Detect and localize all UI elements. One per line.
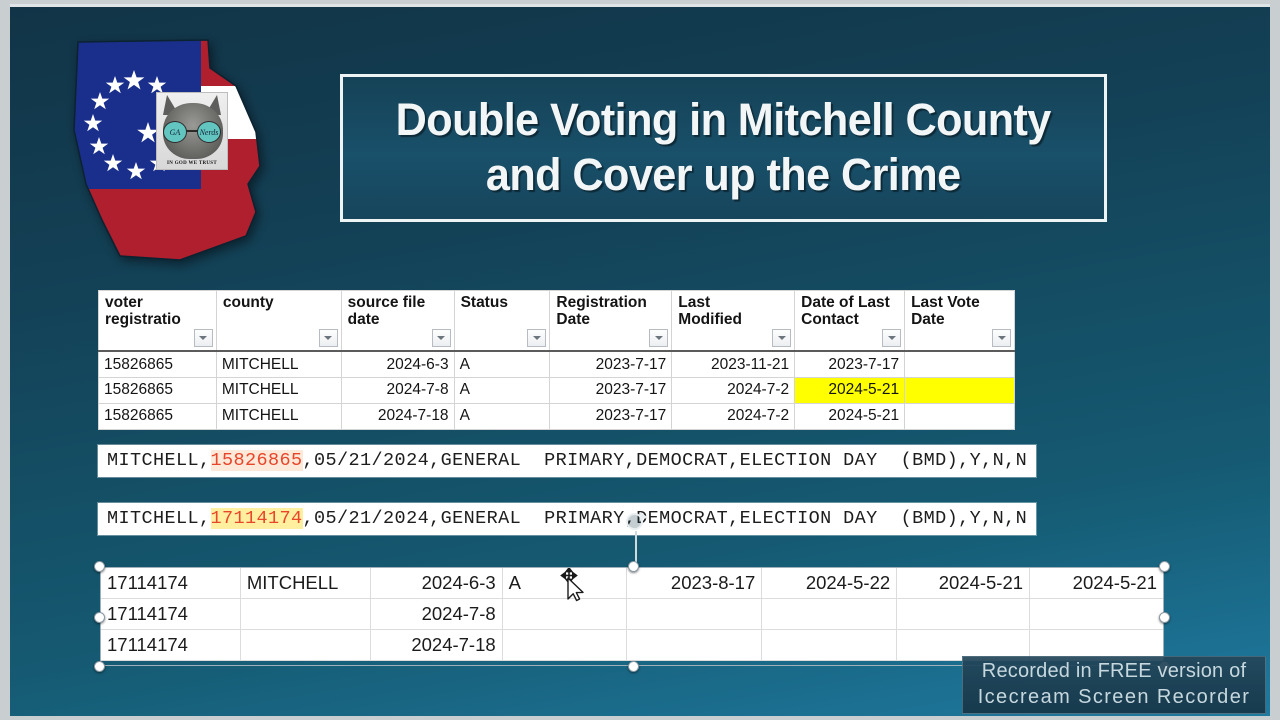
csv1-voter-id: 15826865 — [210, 450, 303, 471]
cell-county[interactable]: MITCHELL — [215, 350, 342, 378]
table-row[interactable]: 15826865 MITCHELL 2024-7-8 A 2023-7-17 2… — [98, 376, 1015, 404]
resize-handle-middle-left[interactable] — [94, 612, 105, 623]
cell-status[interactable]: A — [453, 350, 551, 378]
column-header-voter-registration: voter registratio — [98, 290, 217, 353]
flag-motto-text: IN GOD WE TRUST — [166, 161, 218, 166]
filter-dropdown-status[interactable] — [527, 329, 547, 348]
csv2-prefix: MITCHELL, — [107, 508, 211, 529]
page-title: Double Voting in Mitchell County and Cov… — [395, 93, 1052, 203]
cell-last-modified[interactable]: 2024-7-2 — [671, 376, 796, 404]
column-header-date-of-last-contact: Date of Last Contact — [794, 290, 906, 353]
filter-dropdown-last-modified[interactable] — [772, 329, 792, 348]
filter-dropdown-last-vote-date[interactable] — [992, 329, 1011, 348]
cell-registration-date[interactable]: 2023-7-17 — [549, 350, 673, 378]
csv2-voter-id: 17114174 — [210, 508, 303, 529]
table-row[interactable]: 15826865 MITCHELL 2024-7-18 A 2023-7-17 … — [98, 402, 1015, 430]
filter-dropdown-registration-date[interactable] — [649, 329, 669, 348]
cell-source-file-date[interactable]: 2024-7-8 — [340, 376, 455, 404]
csv1-suffix: ,05/21/2024,GENERAL PRIMARY,DEMOCRAT,ELE… — [302, 450, 1028, 471]
column-header-status: Status — [453, 290, 551, 353]
column-header-last-vote-date: Last Vote Date — [904, 290, 1015, 353]
csv-record-line-1: MITCHELL,15826865,05/21/2024,GENERAL PRI… — [98, 445, 1037, 477]
cell-date-of-last-contact-highlighted[interactable]: 2024-5-21 — [794, 376, 906, 404]
table-row[interactable]: 15826865 MITCHELL 2024-6-3 A 2023-7-17 2… — [98, 350, 1015, 378]
voter-record-table-top: voter registratio county source file dat… — [98, 290, 1015, 430]
cat-photo: GA Nerds IN GOD WE TRUST — [156, 92, 228, 170]
column-header-registration-date: Registration Date — [549, 290, 673, 353]
selection-outline — [100, 567, 1164, 666]
cell-source-file-date[interactable]: 2024-6-3 — [340, 350, 455, 378]
rotate-handle[interactable] — [626, 511, 649, 567]
watermark-line-1: Recorded in FREE version of — [981, 660, 1247, 683]
cell-voter-registration[interactable]: 15826865 — [98, 402, 217, 430]
cell-last-vote-date[interactable] — [904, 402, 1015, 430]
cell-last-modified[interactable]: 2024-7-2 — [671, 402, 796, 430]
csv-record-line-2: MITCHELL,17114174,05/21/2024,GENERAL PRI… — [98, 503, 1037, 535]
resize-handle-middle-right[interactable] — [1159, 612, 1170, 623]
cell-county[interactable]: MITCHELL — [215, 376, 342, 404]
csv1-prefix: MITCHELL, — [107, 450, 211, 471]
cell-status[interactable]: A — [453, 402, 551, 430]
screen-recorder-watermark: Recorded in FREE version of Icecream Scr… — [962, 656, 1266, 714]
column-header-last-modified: Last Modified — [671, 290, 796, 353]
resize-handle-bottom-center[interactable] — [628, 661, 639, 672]
cell-last-vote-date-highlighted[interactable] — [904, 376, 1015, 404]
georgia-nerds-logo: GA Nerds IN GOD WE TRUST — [60, 34, 270, 264]
cell-registration-date[interactable]: 2023-7-17 — [549, 376, 673, 404]
cell-date-of-last-contact[interactable]: 2024-5-21 — [794, 402, 906, 430]
cell-registration-date[interactable]: 2023-7-17 — [549, 402, 673, 430]
table-header-row: voter registratio county source file dat… — [98, 290, 1015, 353]
cell-county[interactable]: MITCHELL — [215, 402, 342, 430]
resize-handle-bottom-left[interactable] — [94, 661, 105, 672]
cell-source-file-date[interactable]: 2024-7-18 — [340, 402, 455, 430]
glasses-left-lens: GA — [163, 121, 187, 143]
column-header-county: county — [215, 290, 342, 353]
title-line-1: Double Voting in Mitchell County — [395, 94, 1052, 146]
move-cursor — [560, 568, 584, 602]
csv2-suffix: ,05/21/2024,GENERAL PRIMARY,DEMOCRAT,ELE… — [302, 508, 1028, 529]
resize-handle-top-right[interactable] — [1159, 561, 1170, 572]
filter-dropdown-date-of-last-contact[interactable] — [882, 329, 902, 348]
filter-dropdown-county[interactable] — [318, 329, 338, 348]
title-line-2: and Cover up the Crime — [486, 149, 961, 200]
cell-voter-registration[interactable]: 15826865 — [98, 376, 217, 404]
slide-title-box: Double Voting in Mitchell County and Cov… — [340, 74, 1107, 222]
glasses-right-lens: Nerds — [197, 121, 221, 143]
cell-status[interactable]: A — [453, 376, 551, 404]
cell-last-vote-date[interactable] — [904, 350, 1015, 378]
resize-handle-top-left[interactable] — [94, 561, 105, 572]
watermark-line-2: Icecream Screen Recorder — [977, 686, 1251, 708]
filter-dropdown-voter-registration[interactable] — [193, 329, 213, 348]
cell-last-modified[interactable]: 2023-11-21 — [671, 350, 796, 378]
filter-dropdown-source-file-date[interactable] — [431, 329, 451, 348]
cell-voter-registration[interactable]: 15826865 — [98, 350, 217, 378]
column-header-source-file-date: source file date — [340, 290, 455, 353]
voter-record-table-bottom-selection[interactable]: 17114174 MITCHELL 2024-6-3 A 2023-8-17 2… — [94, 561, 1170, 672]
presentation-slide: GA Nerds IN GOD WE TRUST Double Voting i… — [10, 4, 1270, 716]
cell-date-of-last-contact[interactable]: 2023-7-17 — [794, 350, 906, 378]
resize-handle-top-center[interactable] — [628, 561, 639, 572]
